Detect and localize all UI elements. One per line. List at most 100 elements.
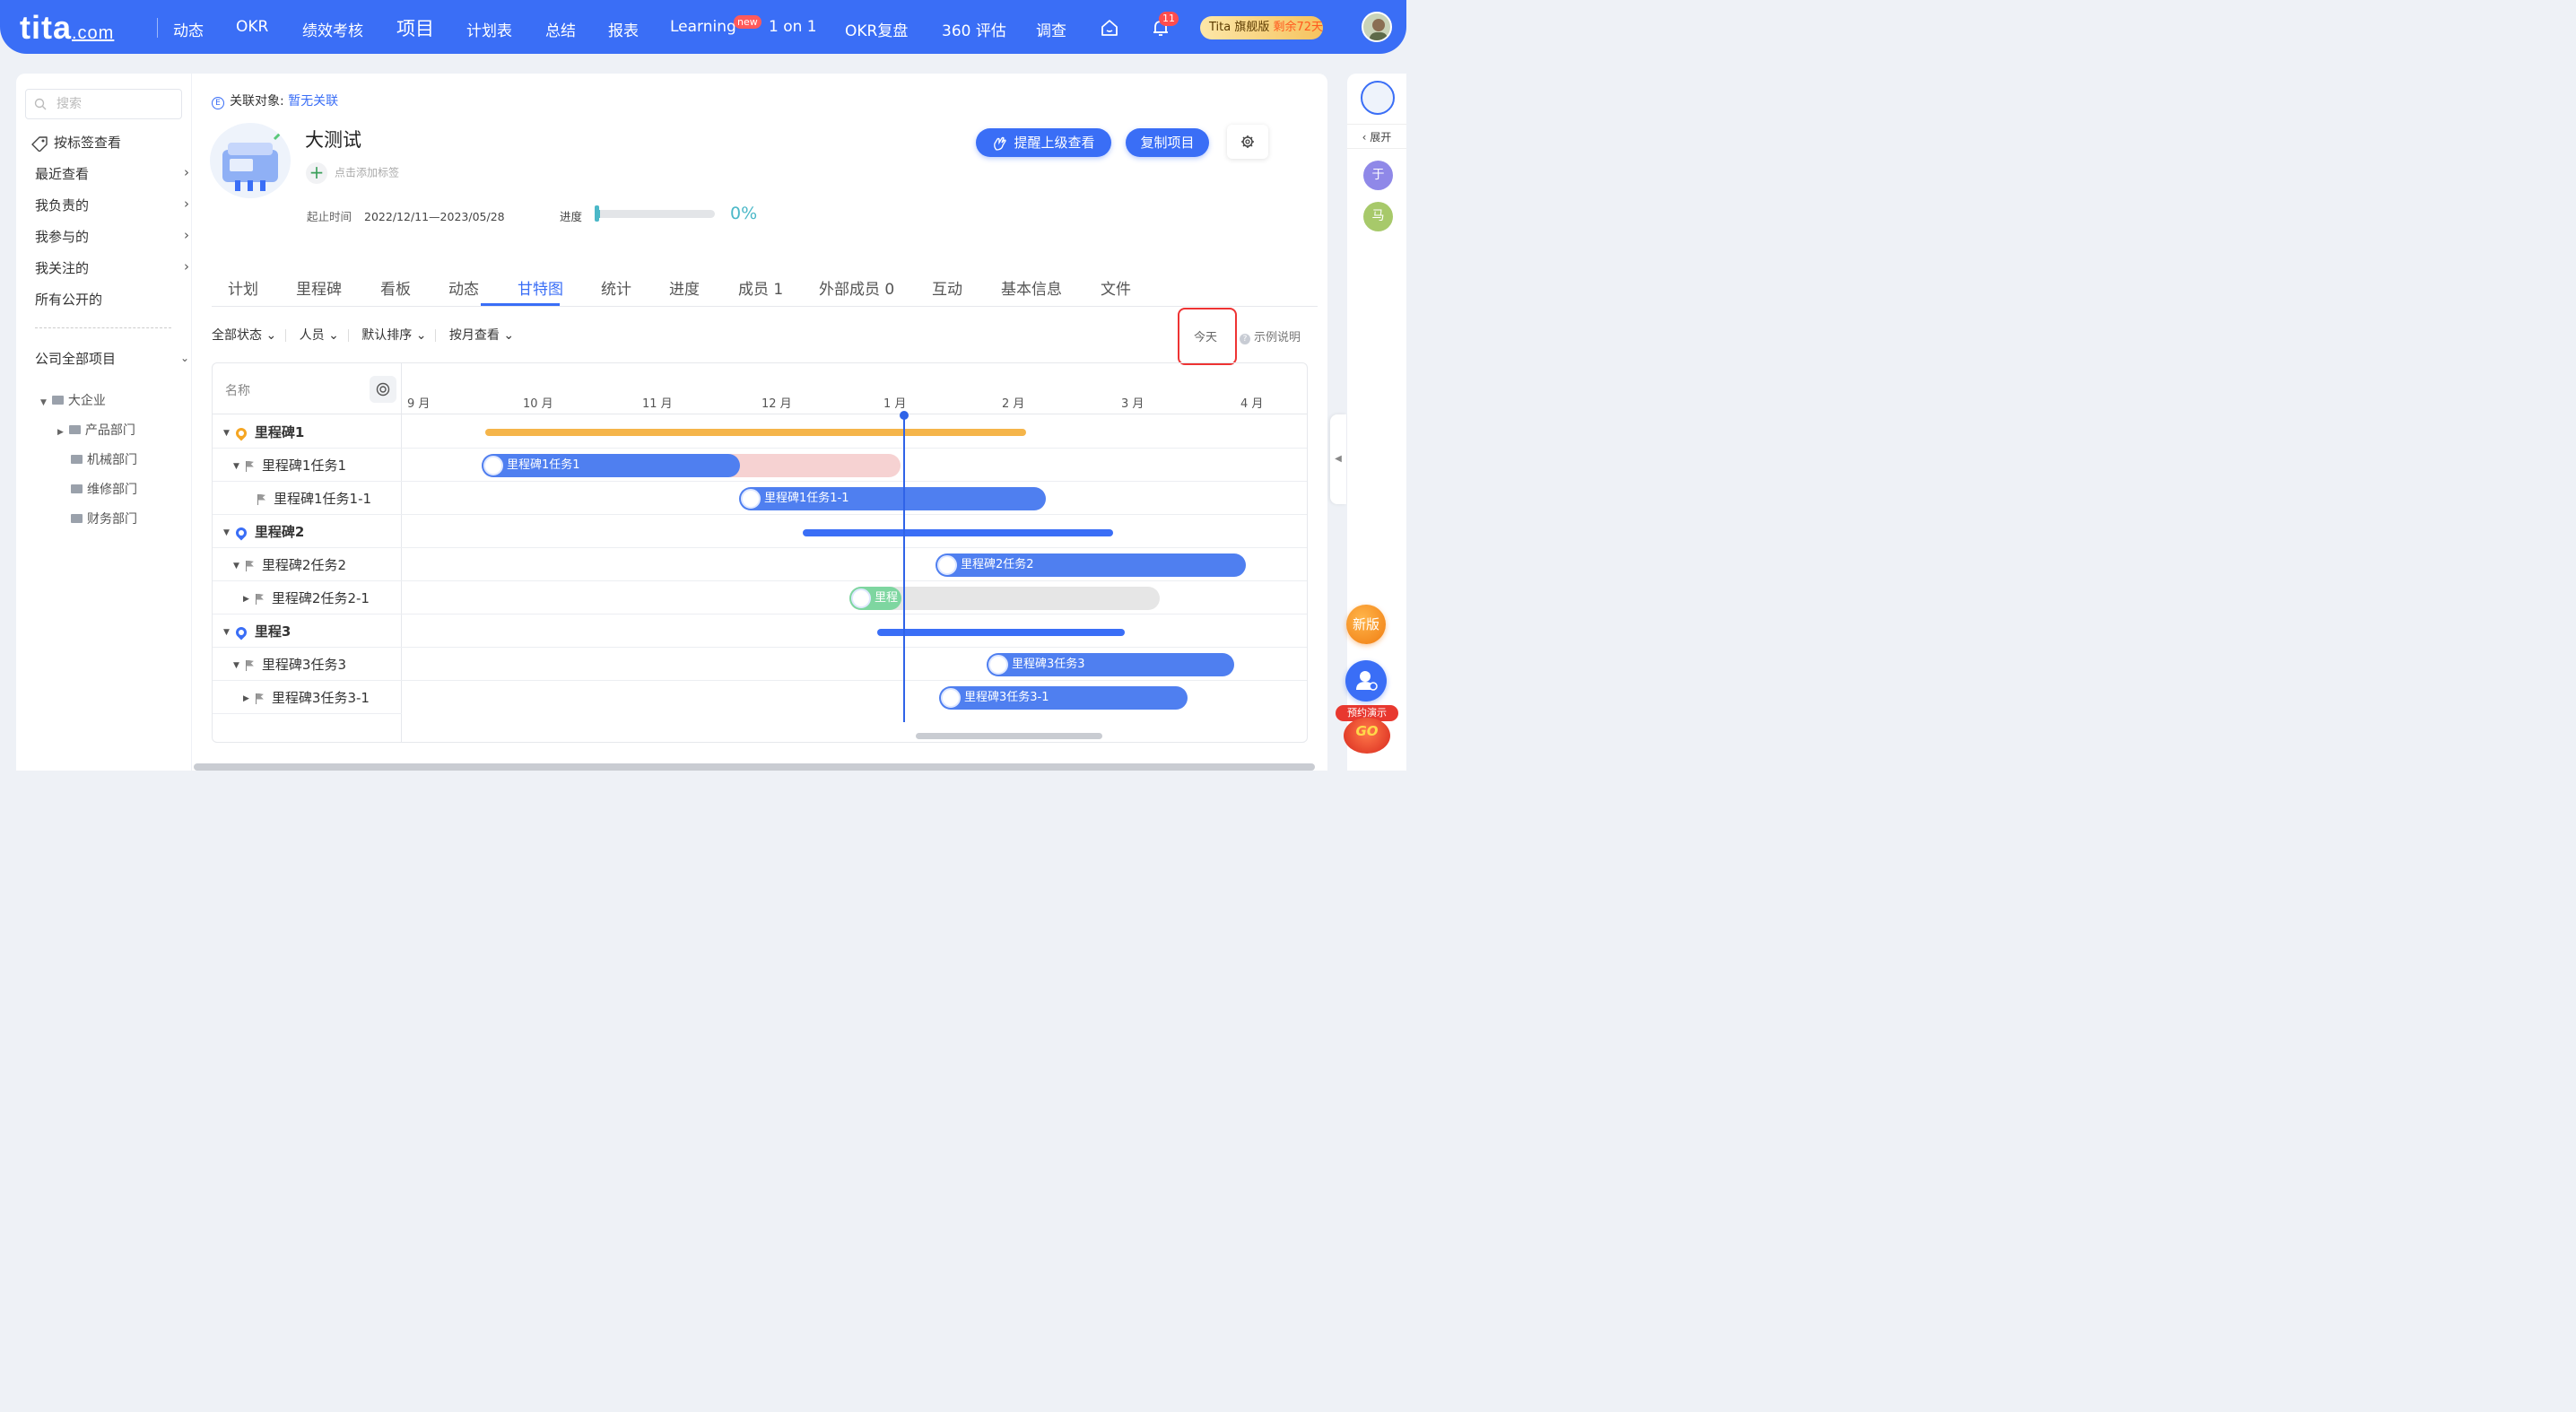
month-label: 9 月 xyxy=(407,397,431,411)
gantt-chart: 名称 9 月 10 月 11 月 12 月 1 月 2 月 3 月 4 月 ▼ 里… xyxy=(212,362,1308,743)
nav-item-performance[interactable]: 绩效考核 xyxy=(302,18,363,40)
tree-node-finance[interactable]: 财务部门 xyxy=(71,510,137,527)
nav-item-okr-review[interactable]: OKR复盘 xyxy=(845,18,908,40)
chevron-down-icon: ⌄ xyxy=(179,352,189,364)
nav-item-plan[interactable]: 计划表 xyxy=(466,18,512,40)
tree-node-product[interactable]: ▶ 产品部门 xyxy=(57,421,135,439)
nav-item-summary[interactable]: 总结 xyxy=(545,18,576,40)
tab-kanban[interactable]: 看板 xyxy=(380,276,411,299)
nav-divider xyxy=(157,18,158,38)
new-version-button[interactable]: 新版 xyxy=(1346,605,1386,644)
legend-button[interactable]: ? 示例说明 xyxy=(1240,327,1301,344)
task-bar[interactable]: 里程碑1任务1-1 xyxy=(739,487,1046,510)
sidebar-item-owned[interactable]: 我负责的 › xyxy=(35,196,189,214)
gantt-row-milestone-2[interactable]: ▼ 里程碑2 xyxy=(223,522,304,541)
today-line xyxy=(903,415,905,722)
tree-node-root[interactable]: ▼ 大企业 xyxy=(40,391,106,409)
tab-dynamics[interactable]: 动态 xyxy=(448,276,479,299)
today-button[interactable]: 今天 xyxy=(1194,327,1217,344)
tab-milestones[interactable]: 里程碑 xyxy=(296,276,342,299)
tab-gantt[interactable]: 甘特图 xyxy=(518,276,563,299)
filter-status[interactable]: 全部状态 ⌄ xyxy=(212,328,276,343)
project-settings-button[interactable] xyxy=(1227,125,1268,159)
expand-button[interactable]: ‹ 展开 xyxy=(1347,124,1406,149)
company-projects-toggle[interactable]: 公司全部项目 ⌄ xyxy=(35,349,189,368)
caret-down-icon: ▼ xyxy=(233,461,239,471)
member-avatar[interactable]: 马 xyxy=(1363,202,1393,231)
page-horizontal-scrollbar[interactable] xyxy=(194,763,1315,771)
search-icon xyxy=(34,98,47,110)
tab-interaction[interactable]: 互动 xyxy=(932,276,962,299)
gantt-row-task[interactable]: ▼ 里程碑3任务3 xyxy=(233,655,346,674)
book-demo-button[interactable] xyxy=(1345,660,1387,702)
home-icon[interactable] xyxy=(1100,18,1119,38)
sidebar-item-followed[interactable]: 我关注的 › xyxy=(35,258,189,277)
user-avatar[interactable] xyxy=(1362,12,1392,42)
project-avatar[interactable] xyxy=(1361,81,1395,115)
milestone-bar-2[interactable] xyxy=(803,529,1113,536)
copy-project-button[interactable]: 复制项目 xyxy=(1126,128,1209,157)
gantt-row-task[interactable]: ▼ 里程碑2任务2 xyxy=(233,555,346,574)
gantt-row-milestone-1[interactable]: ▼ 里程碑1 xyxy=(223,423,304,441)
related-link[interactable]: 暂无关联 xyxy=(288,94,338,109)
vip-badge[interactable]: Tita 旗舰版 剩余72天 xyxy=(1200,16,1323,39)
collapse-panel-handle[interactable]: ◀ xyxy=(1330,414,1346,504)
filter-people[interactable]: 人员 ⌄ xyxy=(300,328,339,343)
gantt-horizontal-scrollbar[interactable] xyxy=(916,733,1102,739)
add-tag-button[interactable]: + 点击添加标签 xyxy=(306,162,399,184)
month-label: 12 月 xyxy=(761,397,792,411)
nav-item-dynamics[interactable]: 动态 xyxy=(173,18,204,40)
tab-members[interactable]: 成员 1 xyxy=(738,276,783,299)
caret-right-icon: ▶ xyxy=(243,693,249,703)
nav-item-projects[interactable]: 项目 xyxy=(396,14,434,41)
tag-view-link[interactable]: 按标签查看 xyxy=(30,133,121,153)
tab-basic-info[interactable]: 基本信息 xyxy=(1001,276,1062,299)
search-input[interactable]: 搜索 xyxy=(25,89,182,119)
go-button[interactable]: GO xyxy=(1344,718,1390,754)
nav-item-reports[interactable]: 报表 xyxy=(608,18,639,40)
tab-external-members[interactable]: 外部成员 0 xyxy=(819,276,894,299)
gantt-row-milestone-3[interactable]: ▼ 里程3 xyxy=(223,622,291,641)
sidebar-item-public[interactable]: 所有公开的 xyxy=(35,290,102,309)
column-settings-button[interactable] xyxy=(370,376,396,403)
filter-view-mode[interactable]: 按月查看 ⌄ xyxy=(449,328,514,343)
sidebar-item-joined[interactable]: 我参与的 › xyxy=(35,227,189,246)
task-bar[interactable]: 里程 xyxy=(849,587,901,610)
gantt-row-subtask[interactable]: ▶ 里程碑2任务2-1 xyxy=(243,588,370,607)
search-placeholder: 搜索 xyxy=(57,97,82,111)
gantt-row-subtask[interactable]: ▶ 里程碑3任务3-1 xyxy=(243,688,370,707)
flag-icon xyxy=(257,493,266,505)
tab-files[interactable]: 文件 xyxy=(1101,276,1131,299)
milestone-bar-1[interactable] xyxy=(485,429,1026,436)
question-icon: ? xyxy=(1240,334,1250,344)
task-bar[interactable]: 里程碑3任务3 xyxy=(987,653,1234,676)
sidebar-item-recent[interactable]: 最近查看 › xyxy=(35,164,189,183)
tree-node-maintenance[interactable]: 维修部门 xyxy=(71,480,137,498)
gantt-row-task[interactable]: ▼ 里程碑1任务1 xyxy=(233,456,346,475)
nav-item-learning[interactable]: Learning xyxy=(670,18,736,36)
nav-item-survey[interactable]: 调查 xyxy=(1036,18,1066,40)
gantt-row-subtask[interactable]: 里程碑1任务1-1 xyxy=(257,489,371,508)
active-tab-indicator xyxy=(481,303,560,306)
row-divider xyxy=(213,647,1307,648)
nav-item-okr[interactable]: OKR xyxy=(236,18,268,36)
member-avatar[interactable]: 于 xyxy=(1363,161,1393,190)
task-bar[interactable]: 里程碑1任务1 xyxy=(482,454,740,477)
month-label: 3 月 xyxy=(1121,397,1144,411)
remind-superior-button[interactable]: 提醒上级查看 xyxy=(976,128,1111,157)
task-bar[interactable]: 里程碑3任务3-1 xyxy=(939,686,1188,710)
today-marker-dot xyxy=(900,411,909,420)
tita-logo[interactable]: tita.com xyxy=(20,9,114,47)
tab-plan[interactable]: 计划 xyxy=(228,276,258,299)
assignee-avatar-icon xyxy=(988,655,1008,675)
tab-statistics[interactable]: 统计 xyxy=(601,276,631,299)
tree-node-machinery[interactable]: 机械部门 xyxy=(71,450,137,468)
nav-item-360[interactable]: 360 评估 xyxy=(942,18,1006,40)
filter-sort[interactable]: 默认排序 ⌄ xyxy=(361,328,426,343)
row-divider xyxy=(213,680,1307,681)
nav-item-1on1[interactable]: 1 on 1 xyxy=(769,18,817,36)
milestone-bar-3[interactable] xyxy=(877,629,1125,636)
project-cover-image[interactable] xyxy=(210,123,291,198)
tab-progress[interactable]: 进度 xyxy=(669,276,700,299)
task-bar[interactable]: 里程碑2任务2 xyxy=(936,553,1246,577)
